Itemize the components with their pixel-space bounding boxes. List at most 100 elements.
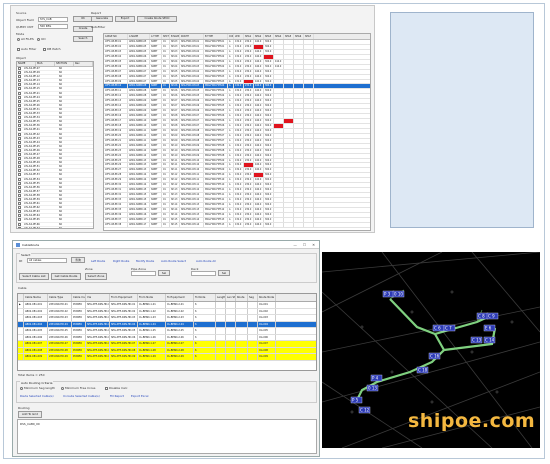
generate-button[interactable]: Generate	[91, 16, 113, 22]
cable-row[interactable]: AB02-081-009 2XE-K6N-HD-09 POWER SEG-XFE-K6…	[18, 354, 316, 361]
routing-notes-box[interactable]: DSS_CAB0_00	[17, 419, 317, 454]
grid-column-header[interactable]: ROUTE	[180, 34, 204, 39]
route-node-label[interactable]: C 14	[483, 336, 496, 344]
object-list[interactable]: NAME MAS SECTION Rev ATL-62-PE-07 60 ATL-6…	[16, 61, 94, 229]
disable-calc-checkbox[interactable]: Disable Calc	[105, 386, 128, 390]
cable-column-header[interactable]: Seg	[248, 294, 258, 301]
table-row[interactable]: ATFC-08-PE-38 AM01-SWBD-17 SWBT 01 SE-15 SEG-…	[104, 222, 370, 228]
checkbox-icon[interactable]	[18, 124, 21, 128]
checkbox-icon[interactable]	[18, 157, 21, 161]
grid-column-header[interactable]: SEG2	[254, 34, 264, 39]
cable-column-header[interactable]: To Equipment	[166, 294, 194, 301]
min-free-cross-radio[interactable]: Minimum Free Cross	[61, 386, 95, 390]
checkbox-icon[interactable]	[18, 169, 21, 173]
cable-column-header[interactable]: Via	[86, 294, 110, 301]
modify-route-link[interactable]: Modify Route	[136, 259, 154, 263]
grid-column-header[interactable]: LEN	[234, 34, 244, 39]
cable-column-header[interactable]: Length	[216, 294, 226, 301]
cable-column-header[interactable]: Cable Type	[48, 294, 72, 301]
db-patch-checkbox[interactable]: DB Patch	[43, 47, 61, 51]
route-node-label[interactable]: 0 10	[392, 290, 405, 298]
grid-column-header[interactable]: SEG4	[274, 34, 284, 39]
route-node-label[interactable]: E 6	[483, 324, 496, 332]
cable-column-header[interactable]: From Equipment	[110, 294, 138, 301]
get-cable-route-button[interactable]: Get Cable Route	[51, 273, 81, 280]
checkbox-icon[interactable]	[18, 198, 21, 201]
cable-column-header[interactable]: Route Node	[258, 294, 276, 301]
route-node-label[interactable]: 0 13	[366, 384, 379, 392]
route-node-label[interactable]: C 13	[470, 336, 483, 344]
create-button[interactable]: Create	[73, 26, 93, 32]
checkbox-icon[interactable]	[18, 214, 21, 218]
checkbox-icon[interactable]	[18, 112, 21, 116]
checkbox-icon[interactable]	[18, 181, 21, 185]
export-button[interactable]: Export	[115, 16, 135, 22]
checkbox-icon[interactable]	[18, 95, 21, 99]
checkbox-icon[interactable]	[18, 136, 21, 140]
route-node-label[interactable]: C 6	[432, 324, 445, 332]
cable-column-header[interactable]: Len Status	[226, 294, 236, 301]
checkbox-icon[interactable]	[18, 132, 21, 136]
search-button[interactable]: Search	[73, 36, 93, 42]
right-route-link[interactable]: Right Route	[113, 259, 129, 263]
grid-column-header[interactable]: SEG1	[244, 34, 254, 39]
checkbox-icon[interactable]	[18, 75, 21, 79]
route-node-label[interactable]: P 3	[382, 290, 395, 298]
grid-column-header[interactable]: SEG6	[294, 34, 304, 39]
checkbox-icon[interactable]	[18, 140, 21, 144]
checkbox-icon[interactable]	[18, 83, 21, 87]
checkbox-icon[interactable]	[18, 103, 21, 107]
grid-column-header[interactable]: A NAME	[128, 34, 150, 39]
cable-list-grid[interactable]: Cable NameCable TypeCable CodeViaFrom Eq…	[17, 293, 317, 371]
checkbox-icon[interactable]	[18, 144, 21, 148]
route-node-label[interactable]: C 7	[443, 324, 456, 332]
grid-column-header[interactable]: SEG5	[284, 34, 294, 39]
fill-report-link[interactable]: Fill Report	[110, 394, 124, 398]
checkbox-icon[interactable]	[18, 202, 21, 206]
radio-all-files[interactable]: All FILES	[17, 37, 34, 41]
checkbox-icon[interactable]	[18, 91, 21, 95]
create-route-button[interactable]: Create Route SECO	[137, 16, 177, 22]
unroute-selected-link[interactable]: Unroute Selected Cable(s)	[63, 394, 100, 398]
route-node-label[interactable]: C 9	[486, 312, 499, 320]
route-node-label[interactable]: P 4	[370, 374, 383, 382]
checkbox-icon[interactable]	[18, 79, 21, 83]
maximize-icon[interactable]: ☐	[303, 243, 306, 247]
checkbox-icon[interactable]	[18, 161, 21, 165]
checkbox-icon[interactable]	[18, 120, 21, 124]
select-cable-list-button[interactable]: Select Cable List	[19, 273, 49, 280]
checkbox-icon[interactable]	[18, 67, 21, 70]
export-excel-link[interactable]: Export Excel	[131, 394, 148, 398]
min-seg-length-radio[interactable]: Minimum Seg length	[20, 386, 55, 390]
checkbox-icon[interactable]	[18, 99, 21, 103]
left-route-link[interactable]: Left Route	[91, 259, 105, 263]
auto-filter-checkbox[interactable]: Auto Filter	[17, 47, 36, 51]
grid-column-header[interactable]: SEG7	[304, 34, 314, 39]
grid-column-header[interactable]: B NAME	[170, 34, 180, 39]
checkbox-icon[interactable]	[18, 210, 21, 214]
auto-route-all-link[interactable]: Auto Route All	[196, 259, 216, 263]
checkbox-icon[interactable]	[18, 226, 21, 228]
deck-button[interactable]: Sel	[218, 270, 230, 276]
route-node-label[interactable]: C 8	[476, 312, 489, 320]
checkbox-icon[interactable]	[18, 222, 21, 226]
cable-column-header[interactable]: Cable Code	[72, 294, 86, 301]
object-field-input[interactable]: SYS_CAB	[38, 17, 68, 22]
route-selected-link[interactable]: Route Selected Cable(s)	[20, 394, 54, 398]
route-node-label[interactable]: C 16	[428, 352, 441, 360]
checkbox-icon[interactable]	[18, 177, 21, 181]
checkbox-icon[interactable]	[18, 128, 21, 132]
route-node-label[interactable]: P 5	[350, 396, 363, 404]
select-zone-button[interactable]: Select Zone	[85, 273, 107, 280]
checkbox-icon[interactable]	[18, 165, 21, 169]
cable-column-header[interactable]: Cable Name	[24, 294, 48, 301]
grid-column-header[interactable]: CABLE NO	[104, 34, 128, 39]
grid-column-header[interactable]: B TYPE	[204, 34, 228, 39]
query-cnt-input[interactable]: 500 REG	[38, 24, 68, 29]
checkbox-icon[interactable]	[18, 152, 21, 156]
auto-route-select-link[interactable]: Auto Route Select	[161, 259, 186, 263]
checkbox-icon[interactable]	[18, 87, 21, 91]
radio-ud[interactable]: UD	[37, 37, 46, 41]
pipe-zone-button[interactable]: Sel	[158, 270, 170, 276]
checkbox-icon[interactable]	[18, 189, 21, 193]
